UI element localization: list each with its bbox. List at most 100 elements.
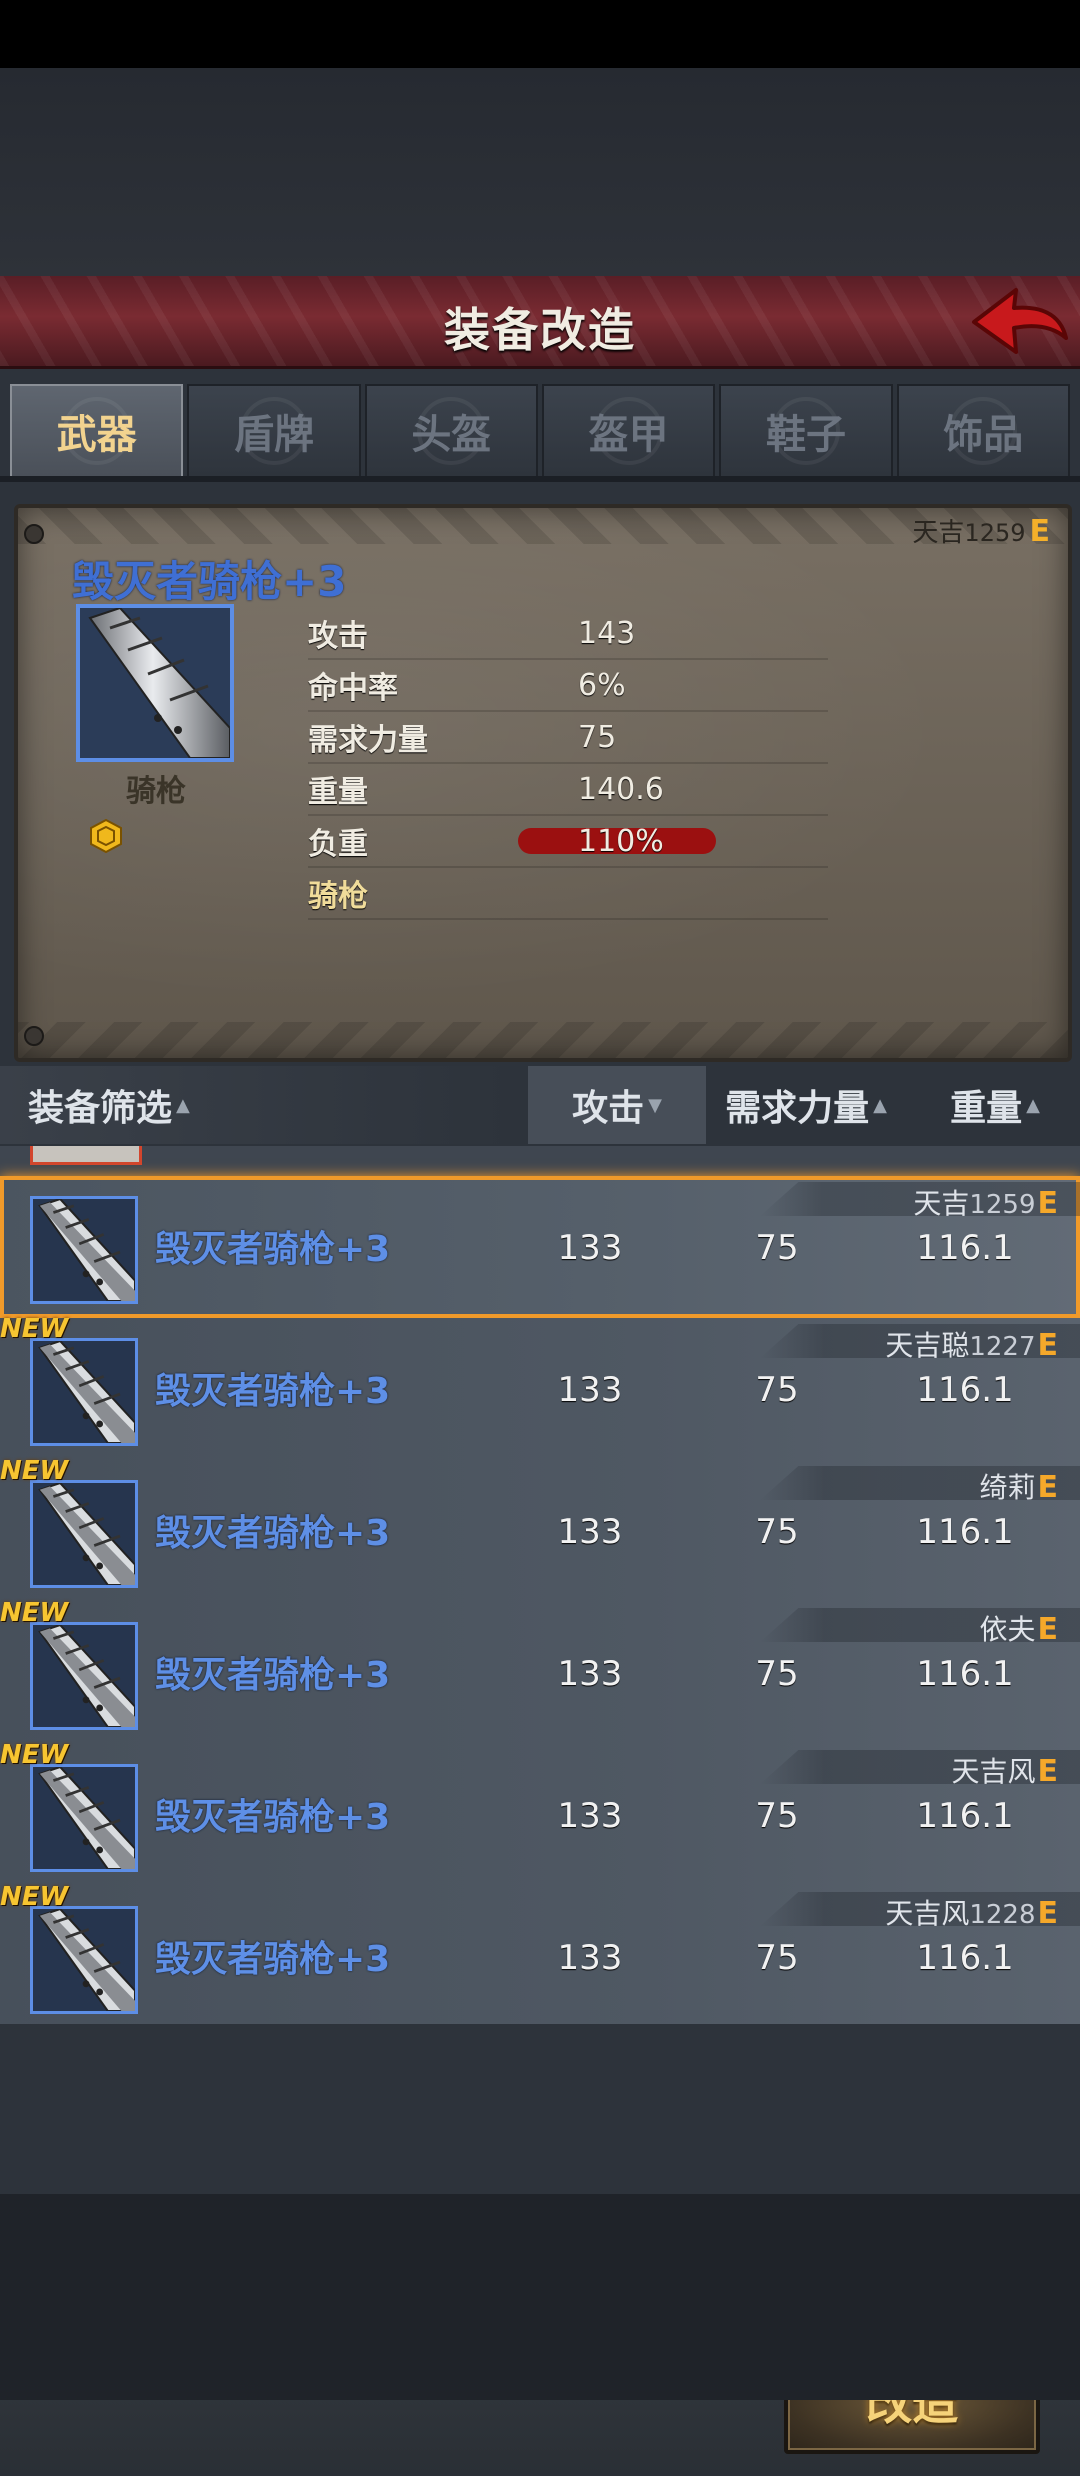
equipped-mark: E xyxy=(1029,514,1051,549)
equipped-owner: 天吉1259E xyxy=(912,514,1051,549)
item-thumbnail xyxy=(30,1480,138,1588)
attack-value: 133 xyxy=(557,1654,623,1694)
item-thumbnail xyxy=(30,1196,138,1304)
strength-value: 75 xyxy=(755,1370,799,1410)
weight-value: 116.1 xyxy=(916,1512,1014,1552)
item-name: 毁灭者骑枪+3 xyxy=(155,1655,391,1696)
equipped-owner: 依夫E xyxy=(979,1612,1059,1647)
stat-row: 命中率 6% xyxy=(308,660,828,712)
weight-value: 116.1 xyxy=(916,1796,1014,1836)
attack-value: 133 xyxy=(557,1938,623,1978)
list-item[interactable]: 依夫E NEW 毁灭者骑枪+3 133 75 116.1 xyxy=(0,1598,1080,1746)
sort-weight-button[interactable]: 重量 ▲ xyxy=(930,1066,1060,1144)
title-bar: 装备改造 xyxy=(0,276,1080,369)
sort-up-icon: ▲ xyxy=(873,1094,887,1116)
lance-icon xyxy=(38,1483,135,1585)
stat-value: 110% xyxy=(578,823,664,859)
lance-icon xyxy=(38,1341,135,1443)
new-badge: NEW xyxy=(0,1314,69,1344)
background-top xyxy=(0,68,1080,276)
sort-strength-button[interactable]: 需求力量 ▲ xyxy=(716,1066,896,1144)
attack-value: 133 xyxy=(557,1228,623,1268)
item-name: 毁灭者骑枪+3 xyxy=(155,1939,391,1980)
tab-shoes[interactable]: 鞋子 xyxy=(719,384,893,478)
item-thumbnail xyxy=(76,604,234,762)
strength-value: 75 xyxy=(755,1512,799,1552)
sort-up-icon: ▲ xyxy=(1026,1094,1040,1116)
weapon-class-label: 骑枪 xyxy=(308,879,368,914)
list-item[interactable]: 天吉风1228E NEW 毁灭者骑枪+3 133 75 116.1 xyxy=(0,1882,1080,2024)
weight-value: 116.1 xyxy=(916,1938,1014,1978)
equipment-list[interactable]: 天吉1259E 毁灭者骑枪+3 133 75 116.1 天吉聪1227E NEW 毁灭者骑枪… xyxy=(0,1146,1080,2024)
stat-row: 需求力量 75 xyxy=(308,712,828,764)
strength-value: 75 xyxy=(755,1938,799,1978)
equipped-mark: E xyxy=(1037,1896,1059,1931)
tab-weapon[interactable]: 武器 xyxy=(10,384,184,478)
tab-label: 盾牌 xyxy=(233,412,314,458)
item-name: 毁灭者骑枪+3 xyxy=(72,557,347,606)
tab-armor[interactable]: 盔甲 xyxy=(541,384,716,478)
sort-down-icon: ▼ xyxy=(648,1094,662,1116)
stat-label: 命中率 xyxy=(308,671,398,706)
item-stats: 攻击 143 命中率 6% 需求力量 75 重量 140.6 负重 110% 骑枪 xyxy=(308,608,828,920)
lance-icon xyxy=(38,1909,135,2011)
lance-icon xyxy=(38,1199,135,1301)
attack-value: 133 xyxy=(557,1370,623,1410)
weight-value: 116.1 xyxy=(916,1654,1014,1694)
page-title: 装备改造 xyxy=(444,303,636,357)
strength-value: 75 xyxy=(755,1654,799,1694)
stat-value: 143 xyxy=(578,615,636,651)
equipped-owner: 天吉聪1227E xyxy=(885,1328,1058,1363)
item-name: 毁灭者骑枪+3 xyxy=(155,1371,391,1412)
sort-attack-button[interactable]: 攻击 ▼ xyxy=(528,1066,706,1144)
tab-shield[interactable]: 盾牌 xyxy=(187,384,361,478)
list-item[interactable]: 天吉聪1227E NEW 毁灭者骑枪+3 133 75 116.1 xyxy=(0,1314,1080,1462)
item-type: 骑枪 xyxy=(126,774,186,809)
back-button[interactable] xyxy=(968,282,1072,360)
new-badge: NEW xyxy=(0,1740,69,1770)
stat-label: 需求力量 xyxy=(308,723,428,758)
item-name: 毁灭者骑枪+3 xyxy=(155,1797,391,1838)
equipment-filter-button[interactable]: 装备筛选 ▲ xyxy=(0,1066,510,1144)
equipped-owner: 天吉1259E xyxy=(913,1186,1059,1221)
stat-label: 攻击 xyxy=(308,619,368,654)
rivet xyxy=(24,1026,44,1046)
new-badge: NEW xyxy=(0,1598,69,1628)
stat-value: 75 xyxy=(578,719,617,755)
item-name: 毁灭者骑枪+3 xyxy=(155,1513,391,1554)
equipped-mark: E xyxy=(1037,1754,1059,1789)
tab-label: 盔甲 xyxy=(588,412,669,458)
strength-value: 75 xyxy=(755,1228,799,1268)
weight-value: 116.1 xyxy=(916,1370,1014,1410)
item-thumbnail xyxy=(30,1764,138,1872)
sort-up-icon: ▲ xyxy=(176,1094,190,1116)
item-thumbnail xyxy=(30,1906,138,2014)
stat-row: 负重 110% xyxy=(308,816,828,868)
list-item[interactable]: 天吉1259E 毁灭者骑枪+3 133 75 116.1 xyxy=(0,1176,1080,1320)
new-badge: NEW xyxy=(0,1882,69,1912)
background-bottom xyxy=(0,2194,1080,2400)
tab-helmet[interactable]: 头盔 xyxy=(364,384,538,478)
rivet xyxy=(24,524,44,544)
category-tabs: 武器 盾牌 头盔 盔甲 鞋子 饰品 xyxy=(10,384,1070,478)
attack-value: 133 xyxy=(557,1796,623,1836)
equipped-owner: 绮莉E xyxy=(979,1470,1058,1505)
stat-row: 骑枪 xyxy=(308,868,828,920)
equipped-owner: 天吉风E xyxy=(951,1754,1059,1789)
item-thumbnail xyxy=(30,1338,138,1446)
equipped-mark: E xyxy=(1037,1612,1059,1647)
tab-label: 鞋子 xyxy=(765,412,846,458)
list-item[interactable]: 天吉风E NEW 毁灭者骑枪+3 133 75 116.1 xyxy=(0,1740,1080,1888)
tab-accessory[interactable]: 饰品 xyxy=(896,384,1070,478)
equipped-owner: 天吉风1228E xyxy=(885,1896,1059,1931)
stat-label: 重量 xyxy=(308,775,368,810)
lance-icon xyxy=(38,1767,135,1869)
hexagon-badge-icon xyxy=(88,818,124,854)
stat-value: 140.6 xyxy=(578,771,664,807)
list-item[interactable]: 绮莉E NEW 毁灭者骑枪+3 133 75 116.1 xyxy=(0,1456,1080,1604)
back-arrow-icon xyxy=(972,288,1068,354)
lance-icon xyxy=(38,1625,135,1727)
equipped-mark: E xyxy=(1037,1186,1059,1221)
status-bar xyxy=(0,0,1080,68)
weight-value: 116.1 xyxy=(916,1228,1014,1268)
